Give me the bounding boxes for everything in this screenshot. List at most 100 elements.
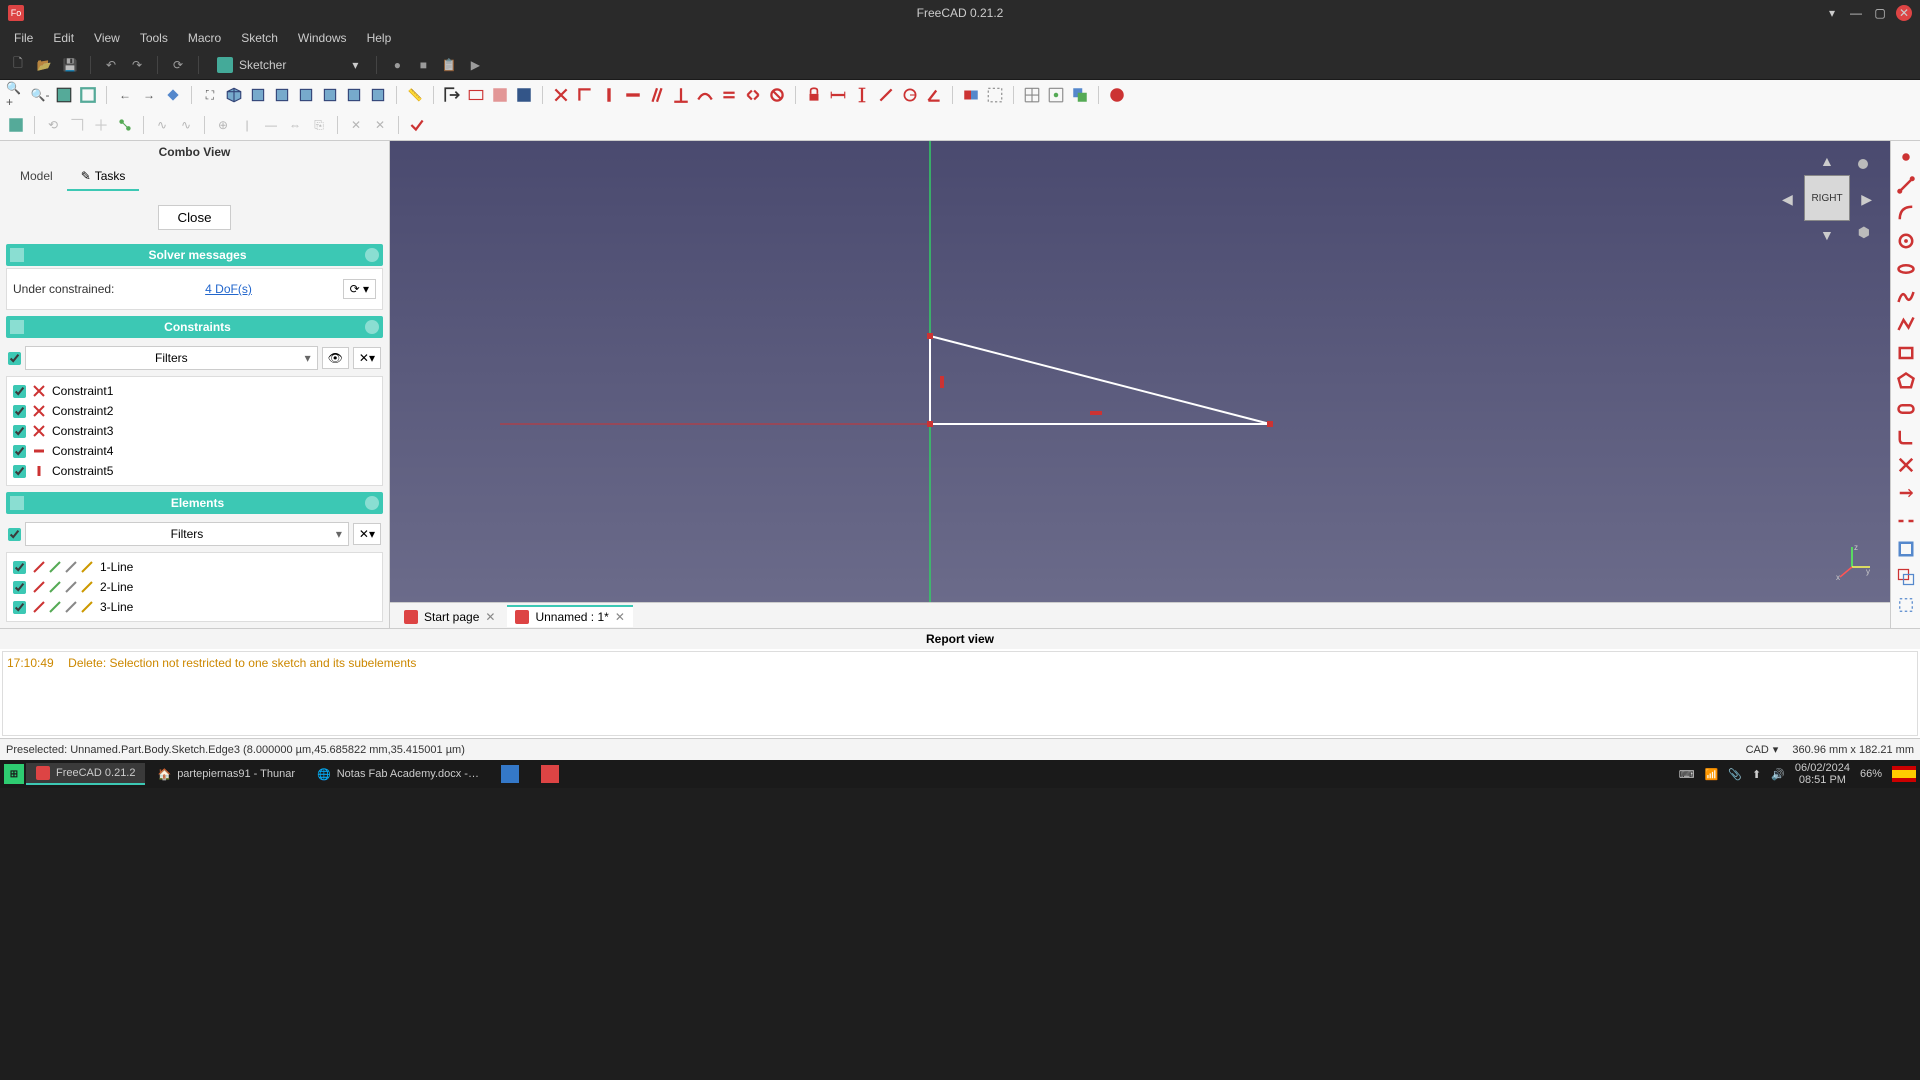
taskbar-pinned-2[interactable]	[531, 762, 569, 786]
navcube-face[interactable]: RIGHT	[1804, 175, 1850, 221]
show-hide-constraints-icon[interactable]	[115, 115, 135, 135]
grid-icon[interactable]	[1022, 85, 1042, 105]
constrain-radius-icon[interactable]	[900, 85, 920, 105]
tray-network-icon[interactable]: 📶	[1705, 768, 1719, 781]
element-item[interactable]: 3-Line	[11, 597, 378, 617]
tab-unnamed[interactable]: Unnamed : 1* ✕	[507, 605, 632, 627]
navcube-right-icon[interactable]: ▶	[1861, 191, 1872, 208]
external-geometry-icon[interactable]	[1896, 539, 1916, 559]
taskbar-freecad[interactable]: FreeCAD 0.21.2	[26, 763, 145, 785]
nav-back-icon[interactable]: ←	[115, 85, 135, 105]
trim-icon[interactable]	[1896, 455, 1916, 475]
tray-terminal-icon[interactable]: ⌨	[1679, 768, 1695, 781]
navigation-cube[interactable]: ▲ ▼ ◀ ▶ RIGHT ⬢	[1782, 153, 1872, 243]
fit-all-icon[interactable]: ⛶	[200, 85, 220, 105]
report-body[interactable]: 17:10:49 Delete: Selection not restricte…	[2, 651, 1918, 736]
menu-help[interactable]: Help	[357, 27, 402, 49]
tray-keyboard-layout-icon[interactable]	[1892, 766, 1916, 782]
tray-updates-icon[interactable]: ⬆	[1752, 768, 1761, 781]
taskbar-pinned-1[interactable]	[491, 762, 529, 786]
close-tab-icon[interactable]: ✕	[615, 610, 625, 624]
constraints-filter-checkbox[interactable]	[8, 352, 21, 365]
create-bspline-icon[interactable]	[1896, 287, 1916, 307]
validate-sketch-icon[interactable]	[407, 115, 427, 135]
element-item[interactable]: 1-Line	[11, 557, 378, 577]
tray-clipboard-icon[interactable]: 📎	[1728, 768, 1742, 781]
constraints-header[interactable]: Constraints	[6, 316, 383, 338]
delete-geometry-icon[interactable]: ✕	[370, 115, 390, 135]
constraints-filters-combo[interactable]: Filters	[25, 346, 318, 370]
carbon-copy-icon[interactable]	[1896, 567, 1916, 587]
element-item[interactable]: 2-Line	[11, 577, 378, 597]
constrain-point-on-object-icon[interactable]	[575, 85, 595, 105]
toggle-construction-icon[interactable]	[985, 85, 1005, 105]
tray-battery[interactable]: 66%	[1860, 768, 1882, 780]
bspline-degree-icon[interactable]: ∿	[152, 115, 172, 135]
constrain-equal-icon[interactable]	[719, 85, 739, 105]
navcube-menu-icon[interactable]	[1858, 159, 1868, 169]
create-point-icon[interactable]	[1896, 147, 1916, 167]
constrain-coincident-icon[interactable]	[551, 85, 571, 105]
execute-macro-icon[interactable]: ▶	[465, 55, 485, 75]
taskbar-thunar[interactable]: 🏠 partepiernas91 - Thunar	[147, 765, 305, 784]
menu-macro[interactable]: Macro	[178, 27, 231, 49]
constrain-vertical-distance-icon[interactable]	[852, 85, 872, 105]
constraint-checkbox[interactable]	[13, 425, 26, 438]
map-sketch-icon[interactable]	[514, 85, 534, 105]
constrain-lock-icon[interactable]	[804, 85, 824, 105]
close-tab-icon[interactable]: ✕	[485, 610, 495, 624]
select-elements-icon[interactable]	[91, 115, 111, 135]
isometric-icon[interactable]	[224, 85, 244, 105]
extend-icon[interactable]	[1896, 483, 1916, 503]
element-checkbox[interactable]	[13, 581, 26, 594]
constrain-vertical-icon[interactable]	[599, 85, 619, 105]
navcube-iso-icon[interactable]: ⬢	[1858, 224, 1870, 241]
bounding-box-icon[interactable]	[78, 85, 98, 105]
macros-icon[interactable]: 📋	[439, 55, 459, 75]
menu-file[interactable]: File	[4, 27, 43, 49]
create-rectangle-icon[interactable]	[1896, 343, 1916, 363]
menu-view[interactable]: View	[84, 27, 130, 49]
zoom-out-icon[interactable]: 🔍-	[30, 85, 50, 105]
collapse-icon[interactable]	[365, 248, 379, 262]
constrain-parallel-icon[interactable]	[647, 85, 667, 105]
select-conflicting-icon[interactable]: ⟲	[43, 115, 63, 135]
workbench-selector[interactable]: Sketcher ▾	[209, 55, 366, 75]
symmetry-icon[interactable]: ⇔	[285, 115, 305, 135]
tab-tasks[interactable]: ✎ Tasks	[67, 163, 140, 191]
3d-viewport[interactable]: ▲ ▼ ◀ ▶ RIGHT ⬢ z y x	[390, 141, 1890, 602]
create-polygon-icon[interactable]	[1896, 371, 1916, 391]
create-polyline-icon[interactable]	[1896, 315, 1916, 335]
show-constraints-button[interactable]: 👁	[322, 347, 349, 369]
constraint-item[interactable]: Constraint1	[11, 381, 378, 401]
elements-settings-button[interactable]: ✕▾	[353, 523, 381, 545]
menu-sketch[interactable]: Sketch	[231, 27, 288, 49]
create-arc-icon[interactable]	[1896, 203, 1916, 223]
navigation-style-selector[interactable]: CAD ▾	[1746, 743, 1779, 756]
dropdown-icon[interactable]: ▾	[1824, 5, 1840, 21]
measure-icon[interactable]: 📏	[405, 85, 425, 105]
navcube-down-icon[interactable]: ▼	[1820, 227, 1834, 243]
tab-start-page[interactable]: Start page ✕	[396, 605, 503, 627]
refresh-icon[interactable]: ⟳	[168, 55, 188, 75]
constraint-checkbox[interactable]	[13, 465, 26, 478]
start-menu-icon[interactable]: ⊞	[4, 764, 24, 784]
edit-sketch-icon[interactable]	[6, 115, 26, 135]
tab-model[interactable]: Model	[6, 163, 67, 191]
select-origin-icon[interactable]: ⊕	[213, 115, 233, 135]
constraint-item[interactable]: Constraint3	[11, 421, 378, 441]
navcube-left-icon[interactable]: ◀	[1782, 191, 1793, 208]
navcube-up-icon[interactable]: ▲	[1820, 153, 1834, 169]
constraint-item[interactable]: Constraint4	[11, 441, 378, 461]
menu-tools[interactable]: Tools	[130, 27, 178, 49]
elements-filters-combo[interactable]: Filters	[25, 522, 349, 546]
constrain-angle-icon[interactable]	[924, 85, 944, 105]
constrain-symmetric-icon[interactable]	[743, 85, 763, 105]
split-icon[interactable]	[1896, 511, 1916, 531]
dof-link[interactable]: 4 DoF(s)	[205, 282, 252, 296]
undo-icon[interactable]: ↶	[101, 55, 121, 75]
new-file-icon[interactable]: 🗋	[8, 55, 28, 75]
save-file-icon[interactable]: 💾	[60, 55, 80, 75]
element-checkbox[interactable]	[13, 561, 26, 574]
create-fillet-icon[interactable]	[1896, 427, 1916, 447]
